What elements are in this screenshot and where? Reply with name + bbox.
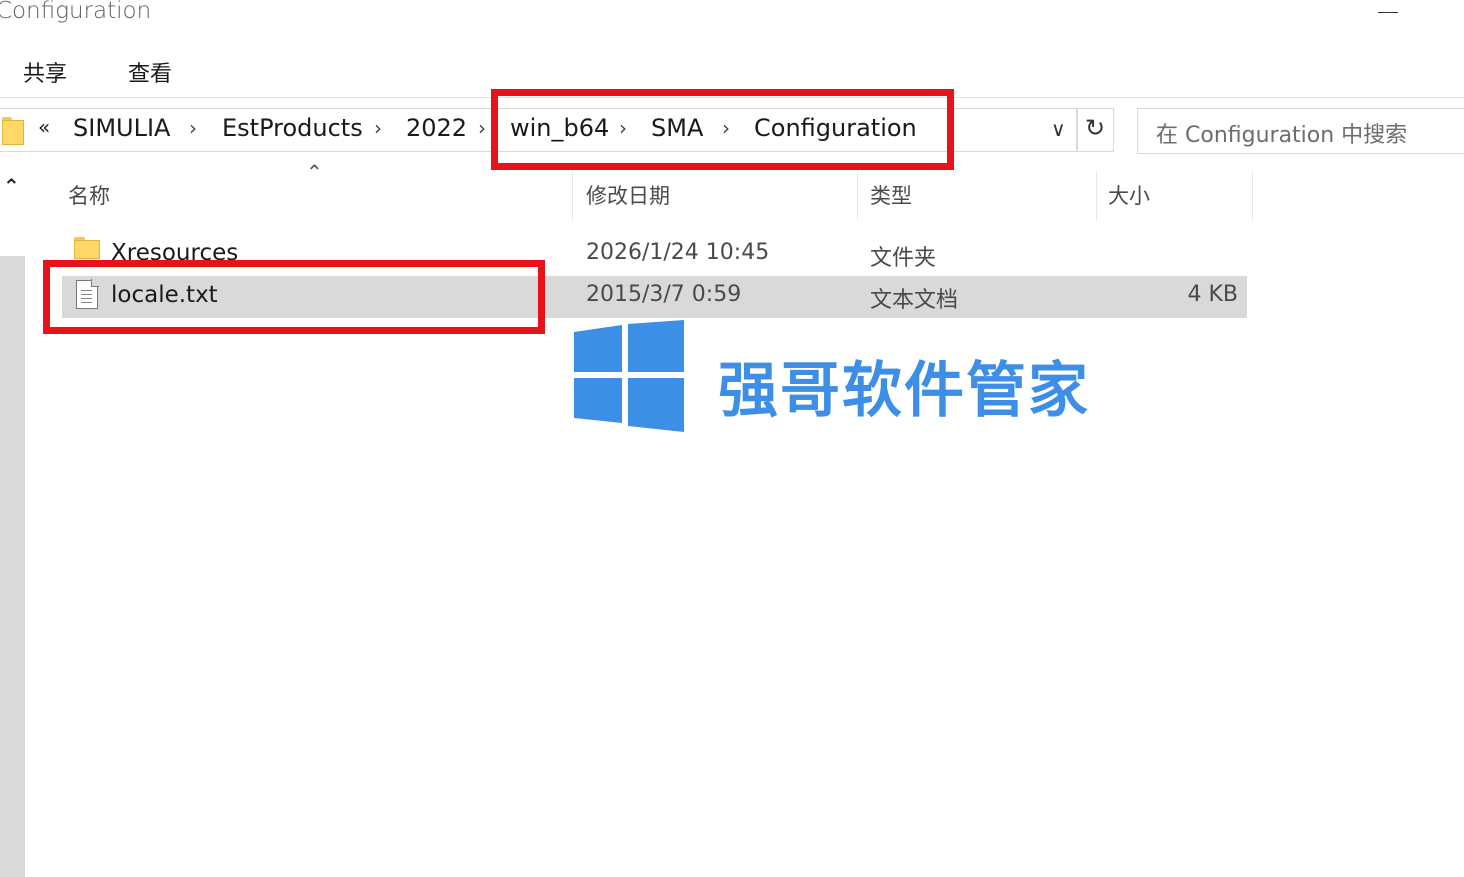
- column-header-type[interactable]: 类型: [870, 180, 912, 210]
- window-title: Configuration: [0, 0, 152, 24]
- column-divider[interactable]: [857, 172, 858, 220]
- chevron-up-icon[interactable]: ⌃: [3, 174, 20, 198]
- minimize-button[interactable]: [1378, 12, 1398, 13]
- column-header-name[interactable]: 名称: [68, 180, 110, 210]
- highlight-box-path: [491, 89, 954, 170]
- sort-ascending-icon: ⌃: [306, 160, 323, 184]
- watermark-text: 强哥软件管家: [718, 356, 1090, 426]
- chevron-down-icon[interactable]: ∨: [1051, 117, 1066, 141]
- breadcrumb-simulia[interactable]: SIMULIA: [73, 114, 170, 142]
- breadcrumb-separator[interactable]: ›: [374, 116, 382, 140]
- file-type: 文本文档: [870, 288, 959, 313]
- column-divider[interactable]: [572, 172, 573, 220]
- file-modified: 2026/1/24 10:45: [586, 240, 770, 265]
- column-header-modified[interactable]: 修改日期: [586, 180, 670, 210]
- folder-icon: [74, 237, 100, 259]
- column-divider[interactable]: [1096, 172, 1097, 220]
- search-placeholder[interactable]: 在 Configuration 中搜索: [1156, 117, 1407, 149]
- file-explorer-window: Configuration 共享 查看 « SIMULIA › EstProdu…: [0, 0, 1464, 877]
- file-size: 4 KB: [1187, 282, 1238, 307]
- ribbon-tab-view[interactable]: 查看: [128, 56, 172, 88]
- column-divider[interactable]: [1252, 172, 1253, 220]
- navigation-pane-scrollbar[interactable]: [0, 256, 25, 877]
- folder-icon: [2, 117, 24, 145]
- breadcrumb-separator[interactable]: ›: [478, 116, 486, 140]
- highlight-box-file: [43, 260, 545, 334]
- breadcrumb-estproducts[interactable]: EstProducts: [222, 114, 363, 142]
- file-type: 文件夹: [870, 246, 937, 271]
- ribbon-tab-share[interactable]: 共享: [23, 56, 67, 88]
- column-header-size[interactable]: 大小: [1108, 180, 1150, 210]
- breadcrumb-overflow[interactable]: «: [38, 115, 50, 139]
- windows-logo-icon: [574, 320, 684, 432]
- file-modified: 2015/3/7 0:59: [586, 282, 742, 307]
- breadcrumb-2022[interactable]: 2022: [406, 114, 467, 142]
- refresh-icon[interactable]: ↻: [1085, 114, 1105, 142]
- breadcrumb-separator[interactable]: ›: [189, 116, 197, 140]
